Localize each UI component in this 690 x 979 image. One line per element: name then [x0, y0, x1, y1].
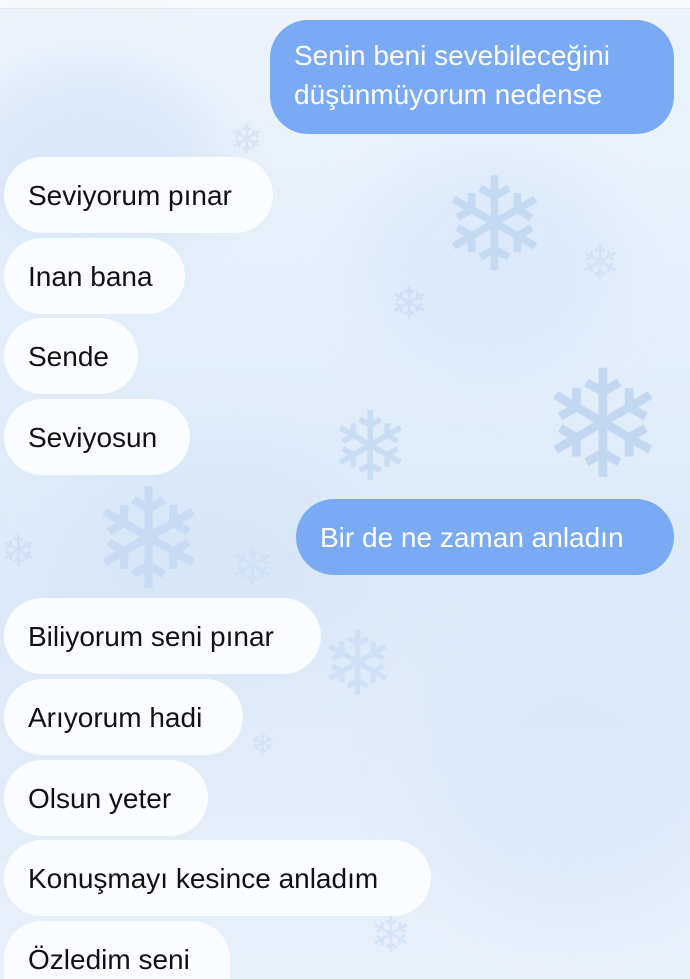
message-bubble-incoming[interactable]: Biliyorum seni pınar — [4, 598, 321, 674]
chat-thread: Senin beni sevebileceğini düşünmüyorum n… — [0, 0, 690, 979]
message-text: Inan bana — [28, 260, 153, 292]
message-bubble-incoming[interactable]: Konuşmayı kesince anladım — [4, 840, 431, 916]
message-text: Olsun yeter — [28, 782, 172, 814]
message-text: Senin beni sevebileceğini düşünmüyorum n… — [294, 40, 610, 110]
message-bubble-incoming[interactable]: Sende — [4, 318, 138, 394]
message-bubble-incoming[interactable]: Arıyorum hadi — [4, 679, 243, 755]
message-text: Özledim seni — [28, 944, 190, 975]
message-bubble-incoming[interactable]: Seviyosun — [4, 399, 190, 475]
message-text: Biliyorum seni pınar — [28, 620, 274, 652]
message-text: Seviyosun — [28, 421, 158, 453]
message-bubble-incoming[interactable]: Seviyorum pınar — [4, 157, 273, 233]
message-text: Sende — [28, 340, 109, 372]
message-bubble-outgoing[interactable]: Senin beni sevebileceğini düşünmüyorum n… — [270, 20, 674, 134]
message-bubble-incoming[interactable]: Özledim seni — [4, 921, 230, 979]
message-text: Konuşmayı kesince anladım — [28, 862, 379, 894]
message-text: Seviyorum pınar — [28, 179, 232, 211]
message-bubble-outgoing[interactable]: Bir de ne zaman anladın — [296, 499, 674, 575]
message-bubble-incoming[interactable]: Inan bana — [4, 238, 185, 314]
message-text: Bir de ne zaman anladın — [320, 521, 624, 553]
message-text: Arıyorum hadi — [28, 701, 203, 733]
message-bubble-incoming[interactable]: Olsun yeter — [4, 760, 208, 836]
